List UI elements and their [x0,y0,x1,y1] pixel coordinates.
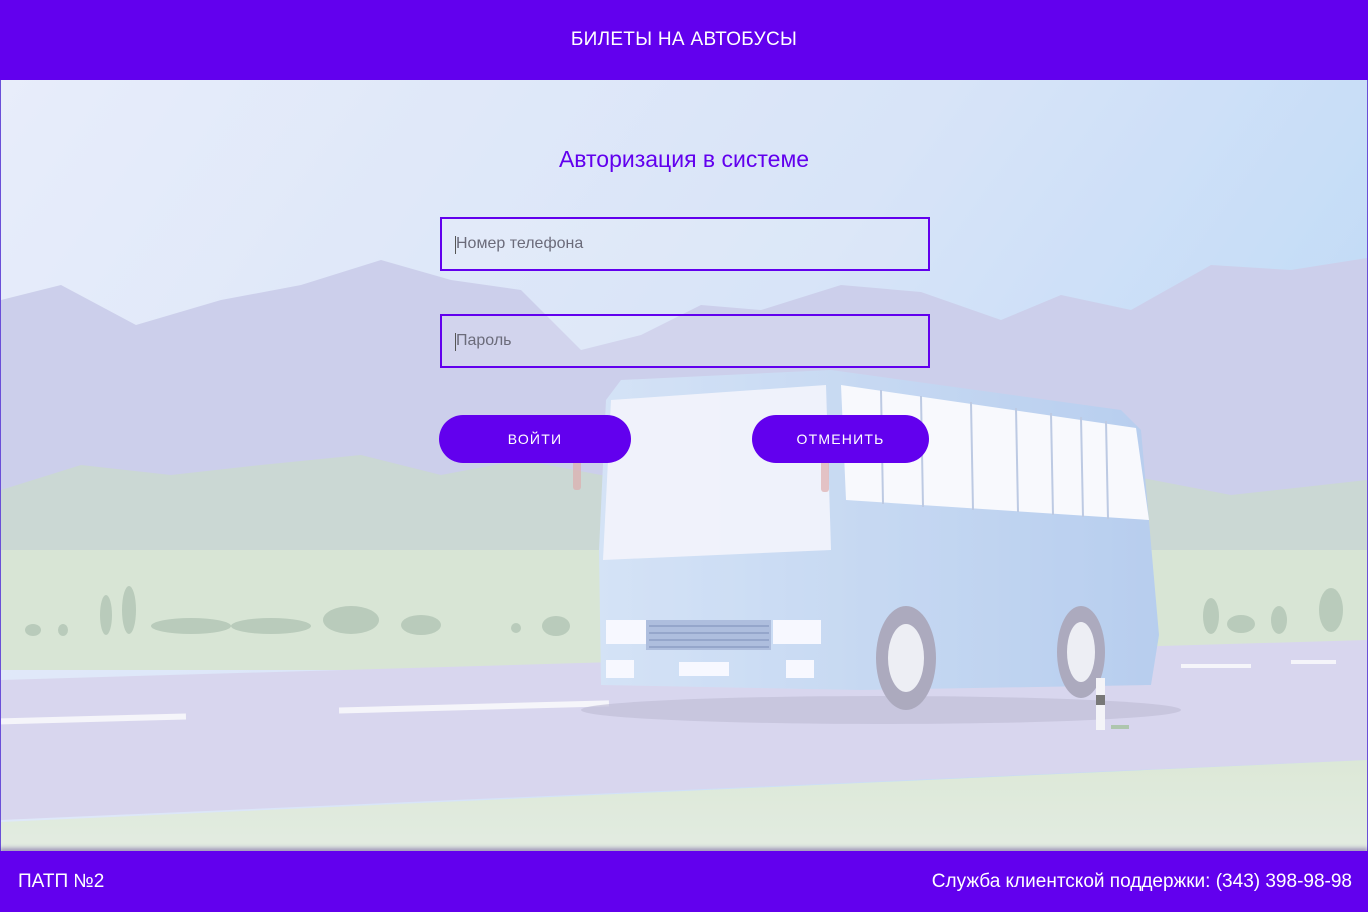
phone-field[interactable] [440,217,930,271]
app-title: БИЛЕТЫ НА АВТОБУСЫ [570,29,798,50]
password-field[interactable] [440,314,930,368]
support-phone: (343) 398-98-98 [1215,871,1352,892]
text-cursor [455,236,456,254]
app-header: БИЛЕТЫ НА АВТОБУСЫ [0,0,1368,80]
text-cursor [455,333,456,351]
support-contact: Служба клиентской поддержки: (343) 398-9… [932,871,1352,893]
app-footer: ПАТП №2 Служба клиентской поддержки: (34… [0,851,1368,912]
cancel-button[interactable]: ОТМЕНИТЬ [752,415,929,463]
organization-name: ПАТП №2 [18,871,105,892]
login-title: Авторизация в системе [558,146,810,172]
login-button[interactable]: ВОЙТИ [439,415,631,463]
support-label: Служба клиентской поддержки: [931,871,1211,892]
phone-input[interactable] [442,219,928,269]
background-veil [1,80,1367,851]
password-input[interactable] [442,316,928,366]
login-screen: Авторизация в системе ВОЙТИ ОТМЕНИТЬ [0,80,1368,852]
